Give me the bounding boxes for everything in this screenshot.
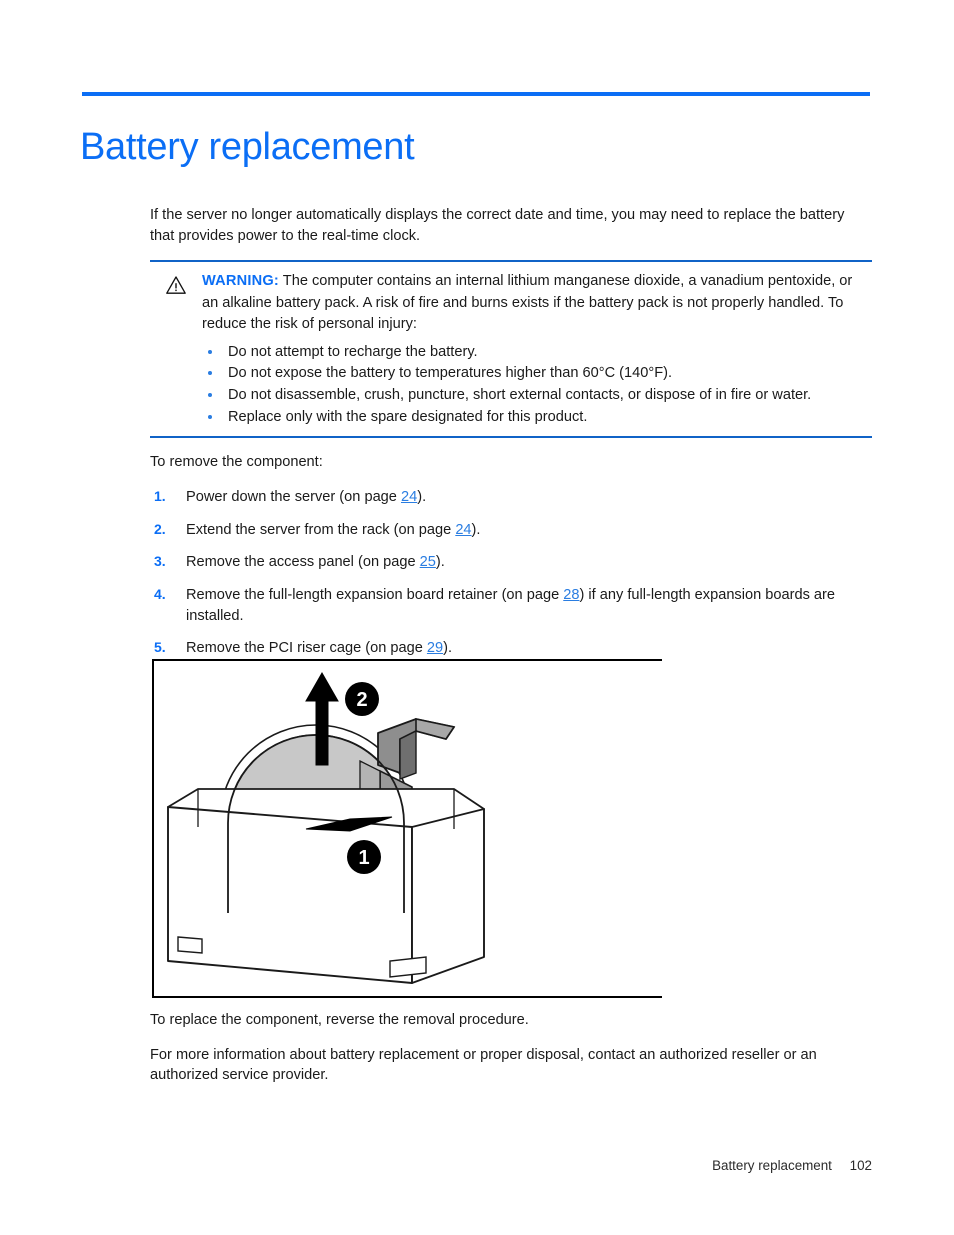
page-title: Battery replacement (80, 126, 415, 169)
list-item: Do not disassemble, crush, puncture, sho… (202, 385, 872, 407)
procedure-lead: To remove the component: (150, 454, 323, 471)
step-number: 3. (154, 553, 166, 570)
step-text: Extend the server from the rack (on page (186, 521, 456, 538)
title-rule (82, 92, 870, 96)
page-reference-link[interactable]: 24 (455, 522, 471, 538)
list-item: Do not attempt to recharge the battery. (202, 342, 872, 364)
disposal-note: For more information about battery repla… (150, 1046, 817, 1084)
battery-removal-illustration: 2 1 (152, 659, 662, 998)
page-reference-link[interactable]: 28 (563, 587, 579, 603)
replace-note: To replace the component, reverse the re… (150, 1012, 529, 1028)
step-item: 3. Remove the access panel (on page 25). (150, 552, 872, 573)
step-text-after: ). (417, 488, 427, 505)
step-text-after: ). (443, 640, 453, 657)
svg-text:1: 1 (358, 847, 369, 869)
step-text: Remove the access panel (on page (186, 554, 420, 571)
step-number: 2. (154, 520, 166, 537)
warning-text: The computer contains an internal lithiu… (202, 273, 853, 333)
step-item: 5. Remove the PCI riser cage (on page 29… (150, 638, 872, 659)
intro-paragraph: If the server no longer automatically di… (150, 207, 845, 244)
page-reference-link[interactable]: 24 (401, 489, 417, 505)
main-content: If the server no longer automatically di… (150, 205, 872, 737)
page-footer: Battery replacement 102 (150, 1158, 872, 1173)
warning-item-text: Do not expose the battery to temperature… (228, 365, 673, 382)
list-item: Replace only with the spare designated f… (202, 407, 872, 429)
svg-text:2: 2 (356, 689, 367, 711)
step-number: 4. (154, 586, 166, 602)
footer-page-number: 102 (849, 1158, 872, 1173)
bullet-icon (208, 392, 212, 397)
warning-item-text: Do not disassemble, crush, puncture, sho… (228, 386, 812, 403)
warning-item-text: Replace only with the spare designated f… (228, 408, 588, 425)
page-reference-link[interactable]: 29 (427, 640, 443, 656)
warning-list: Do not attempt to recharge the battery. … (202, 342, 872, 428)
list-item: Do not expose the battery to temperature… (202, 363, 872, 385)
bullet-icon (208, 371, 212, 376)
warning-box: WARNING: The computer contains an intern… (150, 260, 872, 439)
warning-lead: WARNING: The computer contains an intern… (202, 271, 872, 335)
step-text: Remove the full-length expansion board r… (186, 587, 564, 603)
page-reference-link[interactable]: 25 (420, 554, 436, 570)
step-text-after: ). (435, 554, 445, 571)
footer-section-label: Battery replacement (712, 1158, 832, 1173)
warning-item-text: Do not attempt to recharge the battery. (228, 343, 478, 360)
step-text: Power down the server (on page (186, 488, 401, 505)
warning-triangle-icon (150, 271, 202, 295)
step-number: 1. (154, 487, 166, 504)
bullet-icon (208, 414, 212, 419)
step-item: 2. Extend the server from the rack (on p… (150, 520, 872, 541)
callout-1: 1 (347, 840, 381, 874)
warning-label: WARNING: (202, 273, 279, 290)
step-text-after: ). (471, 521, 481, 538)
step-text: Remove the PCI riser cage (on page (186, 640, 427, 657)
step-item: 1. Power down the server (on page 24). (150, 487, 872, 508)
callout-2: 2 (345, 682, 379, 716)
step-item: 4. Remove the full-length expansion boar… (150, 585, 872, 626)
bullet-icon (208, 349, 212, 354)
warning-body: WARNING: The computer contains an intern… (202, 271, 872, 428)
closing-section: To replace the component, reverse the re… (150, 1010, 872, 1100)
step-number: 5. (154, 639, 166, 656)
